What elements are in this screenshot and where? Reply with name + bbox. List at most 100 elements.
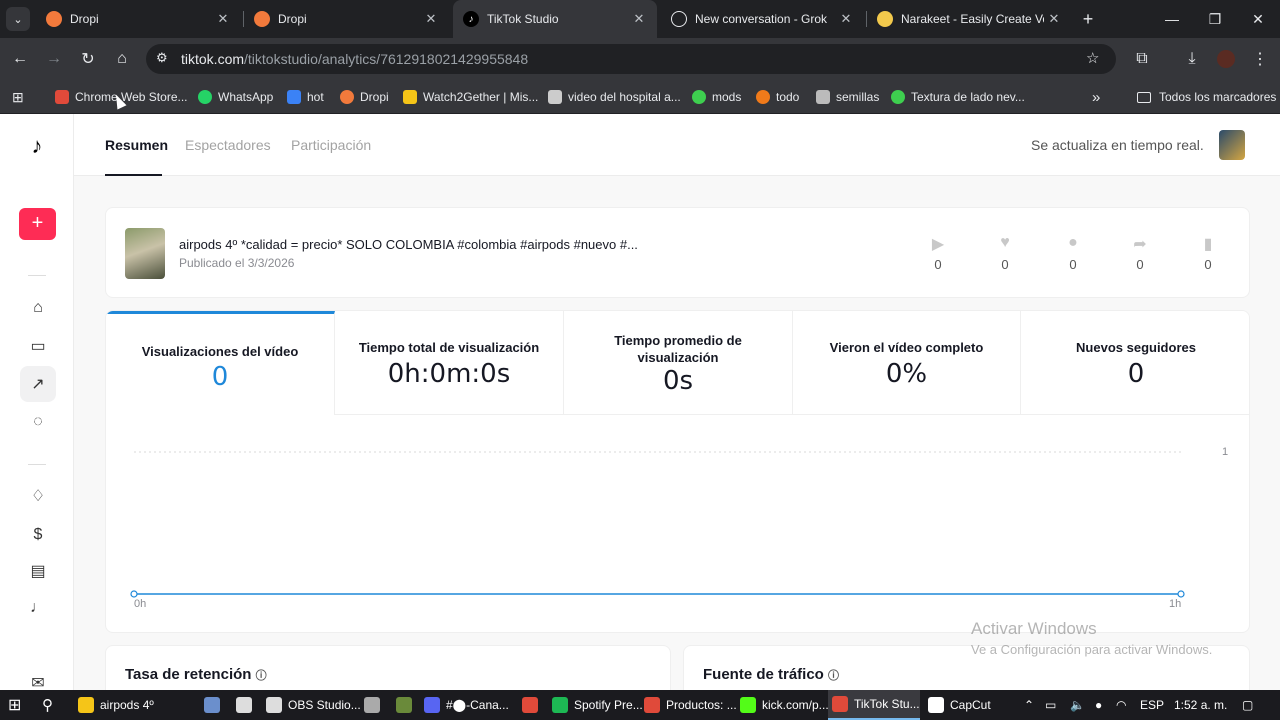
taskbar-app-label: #⬤-Cana... bbox=[446, 698, 509, 712]
site-info-icon[interactable]: ⚙ bbox=[156, 50, 168, 66]
info-icon[interactable]: ⓘ bbox=[256, 670, 267, 682]
analytics-header: Resumen Espectadores Participación Se ac… bbox=[74, 114, 1280, 176]
analytics-icon[interactable]: ↗ bbox=[20, 366, 56, 402]
forward-icon[interactable]: → bbox=[42, 47, 66, 71]
metric-new-followers[interactable]: Nuevos seguidores 0 bbox=[1021, 311, 1249, 415]
bookmark-item[interactable]: Watch2Gether | Mis... bbox=[403, 87, 538, 107]
info-icon[interactable]: ⓘ bbox=[828, 670, 839, 682]
taskbar-app[interactable]: #⬤-Cana... bbox=[420, 690, 512, 720]
tab-narakeet[interactable]: Narakeet - Easily Create Voic ✕ bbox=[867, 0, 1072, 38]
tab-dropi-1[interactable]: Dropi ✕ bbox=[36, 0, 241, 38]
tab-tiktok-studio[interactable]: ♪ TikTok Studio ✕ bbox=[453, 0, 657, 38]
posts-icon[interactable]: ▭ bbox=[20, 328, 56, 364]
home-icon[interactable]: ⌂ bbox=[20, 290, 56, 326]
app-icon bbox=[424, 697, 440, 713]
wifi-icon[interactable]: ◠ bbox=[1116, 690, 1126, 720]
bookmark-icon: ▮ bbox=[1203, 236, 1213, 253]
reload-icon[interactable]: ↻ bbox=[76, 47, 100, 71]
bookmark-item[interactable]: Textura de lado nev... bbox=[891, 87, 1025, 107]
start-button[interactable]: ⊞ bbox=[8, 690, 21, 720]
tab-espectadores[interactable]: Espectadores bbox=[185, 137, 271, 153]
close-icon[interactable]: ✕ bbox=[421, 11, 441, 27]
bookmark-item[interactable]: WhatsApp bbox=[198, 87, 273, 107]
taskbar-app[interactable]: OBS Studio... bbox=[262, 690, 361, 720]
narakeet-icon bbox=[877, 11, 893, 27]
volume-icon[interactable]: 🔈 bbox=[1070, 690, 1085, 720]
more-bookmarks-button[interactable]: » bbox=[1092, 87, 1100, 107]
all-bookmarks-folder[interactable]: Todos los marcadores bbox=[1137, 87, 1276, 107]
back-icon[interactable]: ← bbox=[8, 47, 32, 71]
dropi-icon bbox=[46, 11, 62, 27]
new-tab-button[interactable]: + bbox=[1068, 0, 1108, 38]
stat-value: 0 bbox=[1204, 257, 1212, 272]
tray-chevron-icon[interactable]: ⌃ bbox=[1024, 690, 1034, 720]
taskbar-app[interactable] bbox=[232, 690, 256, 720]
taskbar-app[interactable] bbox=[360, 690, 384, 720]
clock[interactable]: 1:52 a. m. bbox=[1174, 690, 1227, 720]
menu-icon[interactable]: ⋮ bbox=[1248, 47, 1272, 71]
bookmark-item[interactable]: semillas bbox=[816, 87, 879, 107]
language-indicator[interactable]: ESP bbox=[1140, 690, 1164, 720]
windows-watermark-subtitle: Ve a Configuración para activar Windows. bbox=[971, 642, 1213, 657]
tab-label: Narakeet - Easily Create Voic bbox=[901, 12, 1044, 26]
avatar[interactable] bbox=[1219, 130, 1245, 160]
home-icon[interactable]: ⌂ bbox=[110, 47, 134, 71]
tab-label: Dropi bbox=[70, 12, 99, 26]
close-window-button[interactable]: ✕ bbox=[1238, 0, 1278, 38]
search-icon[interactable]: ⚲ bbox=[42, 690, 53, 720]
apps-icon[interactable]: ⊞ bbox=[12, 87, 24, 107]
tab-resumen[interactable]: Resumen bbox=[105, 137, 168, 153]
microphone-icon[interactable]: ● bbox=[1095, 690, 1102, 720]
feedback-icon[interactable]: ✉ bbox=[20, 665, 56, 690]
taskbar-app[interactable]: airpods 4º bbox=[74, 690, 194, 720]
tab-search-button[interactable]: ⌄ bbox=[6, 7, 30, 31]
taskbar-app-label: OBS Studio... bbox=[288, 698, 361, 712]
close-icon[interactable]: ✕ bbox=[629, 11, 649, 27]
close-icon[interactable]: ✕ bbox=[1044, 11, 1064, 27]
star-icon[interactable]: ☆ bbox=[1086, 49, 1099, 67]
academy-icon[interactable]: ▤ bbox=[20, 553, 56, 589]
tab-grok[interactable]: New conversation - Grok ✕ bbox=[661, 0, 864, 38]
tiktok-logo[interactable]: ♪ bbox=[25, 134, 49, 158]
bookmark-item[interactable]: video del hospital a... bbox=[548, 87, 681, 107]
video-title[interactable]: airpods 4º *calidad = precio* SOLO COLOM… bbox=[179, 237, 638, 252]
bookmark-item[interactable]: mods bbox=[692, 87, 741, 107]
extensions-icon[interactable]: ⧉ bbox=[1130, 47, 1154, 71]
monetization-icon[interactable]: $ bbox=[20, 517, 56, 553]
taskbar-app[interactable] bbox=[518, 690, 542, 720]
tab-participacion[interactable]: Participación bbox=[291, 137, 371, 153]
close-icon[interactable]: ✕ bbox=[836, 11, 856, 27]
upload-button[interactable]: + bbox=[19, 208, 56, 240]
metric-views[interactable]: Visualizaciones del vídeo 0 bbox=[106, 311, 335, 415]
comments-icon[interactable]: ◌ bbox=[20, 404, 56, 440]
bookmark-item[interactable]: Dropi bbox=[340, 87, 389, 107]
bookmark-item[interactable]: todo bbox=[756, 87, 799, 107]
taskbar-app[interactable] bbox=[392, 690, 416, 720]
stat-value: 0 bbox=[1136, 257, 1144, 272]
minimize-button[interactable]: — bbox=[1152, 0, 1192, 38]
taskbar-app[interactable]: CapCut bbox=[924, 690, 1006, 720]
download-icon[interactable]: ⤓ bbox=[1180, 47, 1204, 71]
taskbar-app[interactable]: kick.com/p... bbox=[736, 690, 829, 720]
tab-dropi-2[interactable]: Dropi ✕ bbox=[244, 0, 449, 38]
close-icon[interactable]: ✕ bbox=[213, 11, 233, 27]
inspiration-icon[interactable]: ♢ bbox=[20, 478, 56, 514]
taskbar-app[interactable]: Spotify Pre... bbox=[548, 690, 643, 720]
metric-value: 0% bbox=[885, 359, 928, 389]
address-bar[interactable]: ⚙ tiktok.com/tiktokstudio/analytics/7612… bbox=[146, 44, 1116, 74]
metric-avg-watch-time[interactable]: Tiempo promedio de visualización 0s bbox=[564, 311, 793, 415]
taskbar-app-label: Productos: ... bbox=[666, 698, 737, 712]
taskbar-app[interactable]: TikTok Stu... bbox=[828, 690, 920, 720]
taskbar-app[interactable]: Productos: ... bbox=[640, 690, 737, 720]
metric-total-watch-time[interactable]: Tiempo total de visualización 0h:0m:0s bbox=[335, 311, 564, 415]
profile-avatar[interactable] bbox=[1214, 47, 1238, 71]
dropi-icon bbox=[254, 11, 270, 27]
notifications-icon[interactable]: ▢ bbox=[1242, 690, 1253, 720]
video-thumbnail[interactable] bbox=[125, 228, 165, 279]
sounds-icon[interactable]: ♩ bbox=[20, 590, 56, 626]
taskbar-app[interactable] bbox=[200, 690, 224, 720]
metric-completion[interactable]: Vieron el vídeo completo 0% bbox=[793, 311, 1021, 415]
maximize-button[interactable]: ❐ bbox=[1195, 0, 1235, 38]
metric-label: Vieron el vídeo completo bbox=[829, 340, 984, 355]
bookmark-item[interactable]: hot bbox=[287, 87, 324, 107]
